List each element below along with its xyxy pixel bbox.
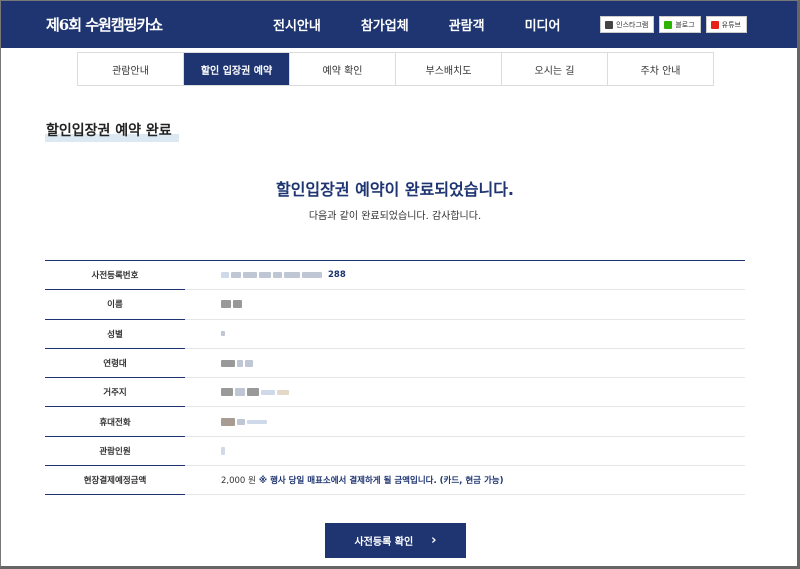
redacted-value: [221, 331, 225, 337]
table-row: 거주지: [45, 378, 745, 408]
table-row: 현장결제예정금액 2,000 원 ※ 행사 당일 매표소에서 결제하게 될 금액…: [45, 466, 745, 496]
visitor-count-value: [185, 437, 745, 465]
row-label: 성별: [45, 320, 185, 349]
redacted-value: [273, 272, 282, 279]
row-label: 현장결제예정금액: [45, 466, 185, 496]
redacted-value: [231, 272, 241, 279]
instagram-icon: [605, 20, 614, 29]
redacted-value: [221, 446, 225, 455]
tab-booth-map[interactable]: 부스배치도: [396, 53, 502, 85]
youtube-label: 유튜브: [721, 20, 741, 29]
confirm-button-label: 사전등록 확인: [354, 537, 414, 548]
row-label: 거주지: [45, 378, 185, 408]
row-label: 이름: [45, 290, 185, 320]
table-row: 관람인원: [45, 437, 745, 467]
redacted-value: [284, 272, 300, 279]
redacted-value: [221, 417, 235, 426]
registration-confirm-button[interactable]: 사전등록 확인 ›: [325, 523, 466, 558]
payment-amount-value: 2,000 원 ※ 행사 당일 매표소에서 결제하게 될 금액입니다. (카드,…: [185, 466, 745, 494]
payment-note: ※ 행사 당일 매표소에서 결제하게 될 금액입니다. (카드, 현금 가능): [258, 476, 504, 487]
name-value: [185, 290, 745, 318]
table-row: 연령대: [45, 349, 745, 379]
redacted-value: [237, 359, 243, 367]
completion-title: 할인입장권 예약이 완료되었습니다.: [275, 180, 515, 199]
row-label: 연령대: [45, 349, 185, 379]
sub-tabs: 관람안내 할인 입장권 예약 예약 확인 부스배치도 오시는 길 주차 안내: [77, 52, 714, 86]
instagram-button[interactable]: 인스타그램: [600, 16, 655, 33]
page-title: 할인입장권 예약 완료: [46, 123, 172, 139]
nav-media[interactable]: 미디어: [525, 15, 561, 34]
redacted-value: [235, 388, 245, 397]
youtube-button[interactable]: 유튜브: [705, 16, 747, 33]
tab-reservation-check[interactable]: 예약 확인: [290, 53, 396, 85]
row-label: 관람인원: [45, 437, 185, 467]
chevron-right-icon: ›: [431, 533, 437, 548]
youtube-icon: [710, 20, 719, 29]
redacted-value: [247, 419, 267, 424]
registration-number: 288: [185, 261, 745, 289]
table-row: 성별: [45, 320, 745, 349]
tab-directions[interactable]: 오시는 길: [502, 53, 608, 85]
reservation-details: 사전등록번호 288 이름 성별 연령대 거주지 휴대전화 관람인원 현장결제예…: [45, 260, 745, 496]
completion-subtitle: 다음과 같이 완료되었습니다. 감사합니다.: [308, 211, 482, 222]
site-logo[interactable]: 제6회 수원캠핑카쇼: [46, 14, 163, 35]
instagram-label: 인스타그램: [616, 20, 649, 29]
redacted-value: [221, 359, 235, 367]
blog-button[interactable]: 블로그: [659, 16, 701, 33]
social-links: 인스타그램 블로그 유튜브: [600, 16, 747, 33]
redacted-value: [259, 272, 271, 279]
redacted-value: [261, 389, 275, 395]
redacted-value: [277, 389, 289, 395]
tab-discount-ticket[interactable]: 할인 입장권 예약: [184, 53, 290, 85]
redacted-value: [221, 272, 229, 279]
registration-number-tail: 288: [328, 270, 346, 281]
nav-visitors[interactable]: 관람객: [449, 15, 485, 34]
row-label: 휴대전화: [45, 407, 185, 437]
payment-amount: 2,000 원: [221, 476, 256, 487]
redacted-value: [247, 388, 259, 397]
table-row: 휴대전화: [45, 407, 745, 437]
row-label: 사전등록번호: [45, 261, 185, 291]
redacted-value: [302, 272, 322, 279]
redacted-value: [233, 300, 242, 309]
phone-value: [185, 407, 745, 435]
gender-value: [185, 320, 745, 348]
redacted-value: [221, 388, 233, 397]
tab-parking[interactable]: 주차 안내: [608, 53, 713, 85]
nav-exhibitors[interactable]: 참가업체: [361, 15, 409, 34]
redacted-value: [221, 300, 231, 309]
blog-label: 블로그: [675, 20, 695, 29]
residence-value: [185, 378, 745, 406]
blog-icon: [664, 20, 673, 29]
site-header: 제6회 수원캠핑카쇼 전시안내 참가업체 관람객 미디어 인스타그램 블로그 유…: [1, 1, 797, 48]
age-group-value: [185, 349, 745, 377]
table-row: 이름: [45, 290, 745, 320]
nav-exhibition-info[interactable]: 전시안내: [273, 15, 321, 34]
table-row: 사전등록번호 288: [45, 261, 745, 291]
redacted-value: [237, 418, 245, 425]
tab-visit-guide[interactable]: 관람안내: [78, 53, 184, 85]
redacted-value: [245, 359, 253, 367]
main-nav: 전시안내 참가업체 관람객 미디어: [273, 1, 600, 48]
redacted-value: [243, 272, 257, 279]
